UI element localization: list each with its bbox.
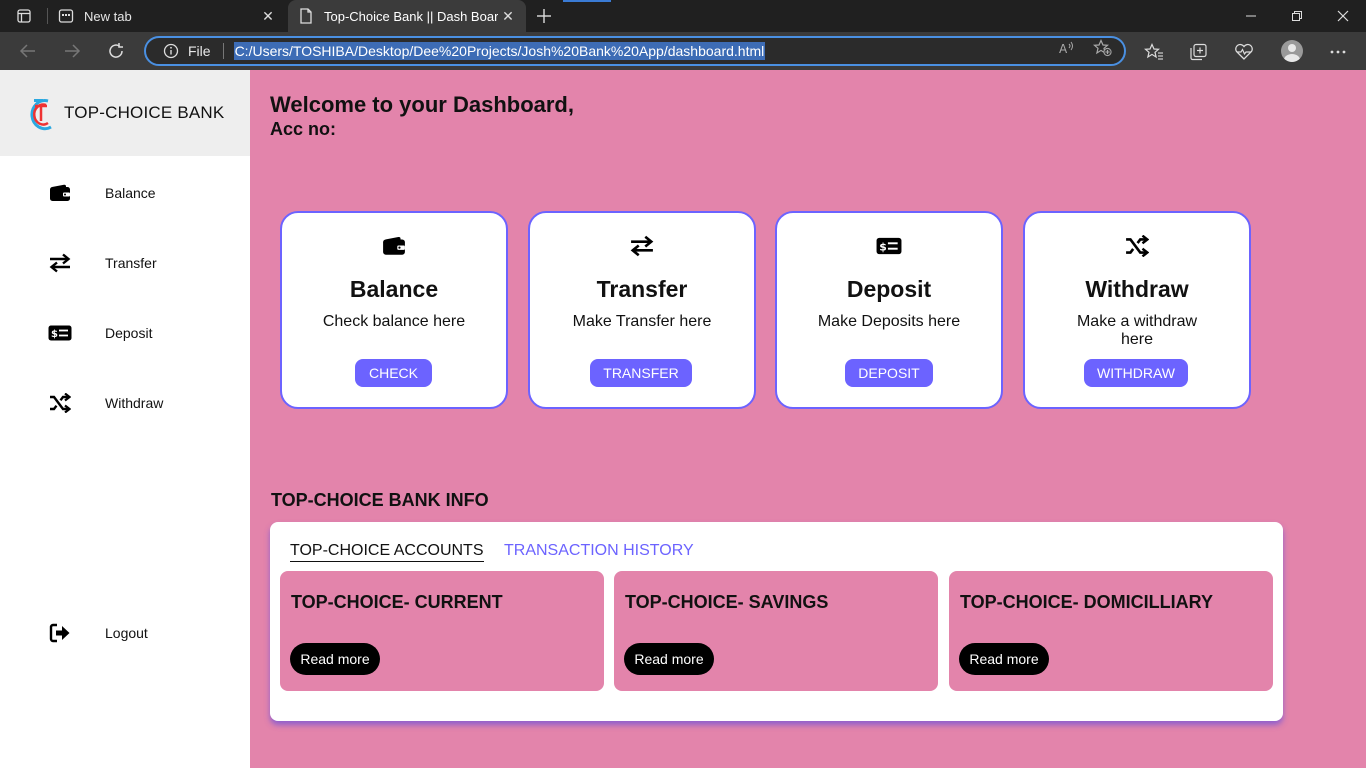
- more-options-icon[interactable]: [1327, 41, 1349, 63]
- svg-text:A: A: [1059, 42, 1068, 56]
- sidebar-item-transfer[interactable]: Transfer: [0, 243, 250, 283]
- account-card-domiciliary: TOP-CHOICE- DOMICILLIARY Read more: [949, 571, 1273, 691]
- close-tab-icon[interactable]: ✕: [258, 6, 278, 26]
- tab-title: New tab: [84, 8, 132, 24]
- account-name: TOP-CHOICE- SAVINGS: [625, 592, 829, 612]
- transfer-button[interactable]: TRANSFER: [590, 359, 692, 387]
- new-tab-favicon-icon: [58, 8, 74, 24]
- section-title: TOP-CHOICE BANK INFO: [271, 490, 489, 510]
- tab-actions-icon[interactable]: [10, 5, 38, 27]
- card-balance: Balance Check balance here CHECK: [280, 211, 508, 409]
- read-more-button[interactable]: Read more: [959, 643, 1049, 675]
- address-bar[interactable]: File C:/Users/TOSHIBA/Desktop/Dee%20Proj…: [144, 36, 1126, 66]
- tab-dashboard[interactable]: Top-Choice Bank || Dash Board ✕: [288, 0, 526, 32]
- svg-text:$: $: [51, 329, 58, 340]
- read-more-button[interactable]: Read more: [624, 643, 714, 675]
- sidebar-item-deposit[interactable]: $ Deposit: [0, 313, 250, 353]
- withdraw-button[interactable]: WITHDRAW: [1084, 359, 1188, 387]
- card-withdraw: Withdraw Make a withdraw here WITHDRAW: [1023, 211, 1251, 409]
- transfer-arrows-icon: [48, 251, 72, 275]
- page-favicon-icon: [298, 8, 314, 24]
- sidebar-item-label: Deposit: [105, 325, 153, 341]
- sidebar-item-balance[interactable]: Balance: [0, 173, 250, 213]
- card-transfer: Transfer Make Transfer here TRANSFER: [528, 211, 756, 409]
- tab-new-tab[interactable]: New tab ✕: [48, 0, 286, 32]
- brand-name: TOP-CHOICE BANK: [64, 103, 225, 122]
- svg-text:$: $: [879, 240, 887, 253]
- sidebar-item-label: Logout: [105, 625, 148, 641]
- account-number-label: Acc no:: [270, 119, 337, 139]
- info-icon[interactable]: [163, 43, 179, 59]
- browser-tab-bar: New tab ✕ Top-Choice Bank || Dash Board …: [0, 0, 1366, 32]
- profile-avatar-icon[interactable]: [1281, 40, 1303, 62]
- shuffle-icon: [1025, 233, 1249, 259]
- read-aloud-icon[interactable]: A: [1057, 39, 1077, 57]
- card-title: Transfer: [596, 276, 688, 302]
- scheme-label: File: [188, 43, 211, 59]
- read-more-button[interactable]: Read more: [290, 643, 380, 675]
- card-title: Balance: [349, 276, 439, 302]
- money-bill-icon: $: [48, 321, 72, 345]
- logout-icon: [48, 621, 72, 645]
- check-balance-button[interactable]: CHECK: [355, 359, 432, 387]
- wallet-icon: [282, 233, 506, 259]
- restore-icon[interactable]: [1274, 0, 1320, 32]
- close-window-icon[interactable]: [1320, 0, 1366, 32]
- url-text[interactable]: C:/Users/TOSHIBA/Desktop/Dee%20Projects/…: [233, 42, 766, 60]
- account-card-current: TOP-CHOICE- CURRENT Read more: [280, 571, 604, 691]
- sidebar-item-label: Balance: [105, 185, 156, 201]
- page-title: Welcome to your Dashboard,: [270, 92, 574, 117]
- new-tab-button[interactable]: [532, 4, 556, 28]
- forward-arrow-icon[interactable]: [57, 37, 87, 65]
- card-title: Deposit: [846, 276, 932, 302]
- sidebar-item-label: Transfer: [105, 255, 157, 271]
- card-description: Make Deposits here: [817, 313, 961, 330]
- browser-toolbar: File C:/Users/TOSHIBA/Desktop/Dee%20Proj…: [0, 32, 1366, 70]
- refresh-icon[interactable]: [101, 37, 131, 65]
- card-title: Withdraw: [1085, 276, 1189, 302]
- deposit-button[interactable]: DEPOSIT: [845, 359, 933, 387]
- brand-header[interactable]: TOP-CHOICE BANK: [0, 70, 250, 156]
- tab-accounts[interactable]: TOP-CHOICE ACCOUNTS: [290, 542, 484, 562]
- account-card-savings: TOP-CHOICE- SAVINGS Read more: [614, 571, 938, 691]
- shuffle-icon: [48, 391, 72, 415]
- account-name: TOP-CHOICE- CURRENT: [291, 592, 503, 612]
- bank-logo-icon: [30, 99, 52, 131]
- transfer-arrows-icon: [530, 233, 754, 259]
- account-name: TOP-CHOICE- DOMICILLIARY: [960, 592, 1213, 612]
- address-divider: [222, 43, 224, 59]
- collections-icon[interactable]: [1188, 41, 1210, 63]
- tab-title: Top-Choice Bank || Dash Board: [324, 8, 498, 24]
- money-bill-icon: $: [777, 233, 1001, 259]
- tab-accent-line: [563, 0, 611, 2]
- card-description: Make Transfer here: [572, 313, 712, 330]
- dashboard-page: TOP-CHOICE BANK Balance Transfer $ Depos…: [0, 70, 1366, 768]
- favorites-icon[interactable]: [1143, 41, 1165, 63]
- back-arrow-icon[interactable]: [13, 37, 43, 65]
- card-description: Make a withdraw here: [1076, 313, 1198, 348]
- sidebar-item-withdraw[interactable]: Withdraw: [0, 383, 250, 423]
- tab-transaction-history[interactable]: TRANSACTION HISTORY: [504, 542, 694, 560]
- sidebar-item-logout[interactable]: Logout: [0, 613, 250, 653]
- wallet-icon: [48, 181, 72, 205]
- card-description: Check balance here: [322, 313, 466, 330]
- add-favorite-icon[interactable]: [1093, 39, 1113, 57]
- sidebar: TOP-CHOICE BANK Balance Transfer $ Depos…: [0, 70, 250, 768]
- bank-info-panel: TOP-CHOICE ACCOUNTS TRANSACTION HISTORY …: [270, 522, 1283, 721]
- browser-essentials-icon[interactable]: [1233, 41, 1255, 63]
- card-deposit: $ Deposit Make Deposits here DEPOSIT: [775, 211, 1003, 409]
- sidebar-item-label: Withdraw: [105, 395, 164, 411]
- minimize-icon[interactable]: [1228, 0, 1274, 32]
- close-tab-icon[interactable]: ✕: [498, 6, 518, 26]
